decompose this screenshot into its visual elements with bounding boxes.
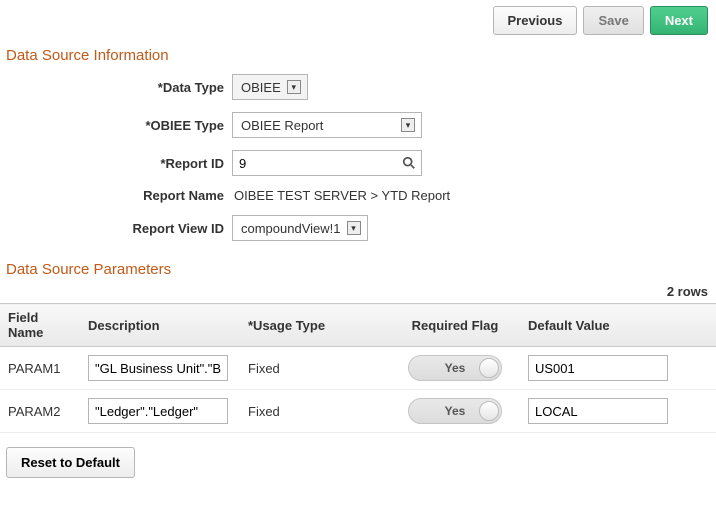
usage-type-cell: Fixed	[240, 347, 390, 390]
col-default-value: Default Value	[520, 304, 716, 347]
report-name-label: Report Name	[6, 188, 232, 203]
save-button[interactable]: Save	[583, 6, 643, 35]
default-value-input[interactable]	[528, 355, 668, 381]
obiee-type-label: *OBIEE Type	[6, 118, 232, 133]
col-required-flag: Required Flag	[390, 304, 520, 347]
row-count: 2 rows	[0, 280, 716, 303]
data-type-value: OBIEE	[241, 80, 281, 95]
data-source-information-title: Data Source Information	[0, 43, 716, 66]
required-flag-toggle[interactable]: Yes	[408, 355, 502, 381]
col-description: Description	[80, 304, 240, 347]
parameters-table: Field Name Description *Usage Type Requi…	[0, 303, 716, 433]
field-name-cell: PARAM2	[0, 390, 80, 433]
col-field-name: Field Name	[0, 304, 80, 347]
chevron-down-icon: ▾	[287, 80, 301, 94]
default-value-input[interactable]	[528, 398, 668, 424]
report-name-value: OIBEE TEST SERVER > YTD Report	[232, 188, 450, 203]
report-view-id-label: Report View ID	[6, 221, 232, 236]
top-button-bar: Previous Save Next	[0, 0, 716, 43]
next-button[interactable]: Next	[650, 6, 708, 35]
table-row: PARAM2 Fixed Yes	[0, 390, 716, 433]
description-input[interactable]	[88, 355, 228, 381]
chevron-down-icon: ▾	[347, 221, 361, 235]
toggle-knob	[479, 358, 499, 378]
report-view-id-value: compoundView!1	[241, 221, 341, 236]
previous-button[interactable]: Previous	[493, 6, 578, 35]
reset-to-default-button[interactable]: Reset to Default	[6, 447, 135, 478]
table-row: PARAM1 Fixed Yes	[0, 347, 716, 390]
table-header-row: Field Name Description *Usage Type Requi…	[0, 304, 716, 347]
report-id-input[interactable]	[232, 150, 422, 176]
data-source-information-form: *Data Type OBIEE ▾ *OBIEE Type OBIEE Rep…	[0, 66, 716, 257]
required-flag-toggle[interactable]: Yes	[408, 398, 502, 424]
report-view-id-select[interactable]: compoundView!1 ▾	[232, 215, 368, 241]
obiee-type-value: OBIEE Report	[241, 118, 395, 133]
obiee-type-select[interactable]: OBIEE Report ▾	[232, 112, 422, 138]
col-usage-type: *Usage Type	[240, 304, 390, 347]
toggle-label: Yes	[445, 404, 466, 418]
chevron-down-icon: ▾	[401, 118, 415, 132]
description-input[interactable]	[88, 398, 228, 424]
data-source-parameters-title: Data Source Parameters	[0, 257, 716, 280]
toggle-label: Yes	[445, 361, 466, 375]
usage-type-cell: Fixed	[240, 390, 390, 433]
data-type-select[interactable]: OBIEE ▾	[232, 74, 308, 100]
report-id-label: *Report ID	[6, 156, 232, 171]
data-type-label: *Data Type	[6, 80, 232, 95]
field-name-cell: PARAM1	[0, 347, 80, 390]
toggle-knob	[479, 401, 499, 421]
